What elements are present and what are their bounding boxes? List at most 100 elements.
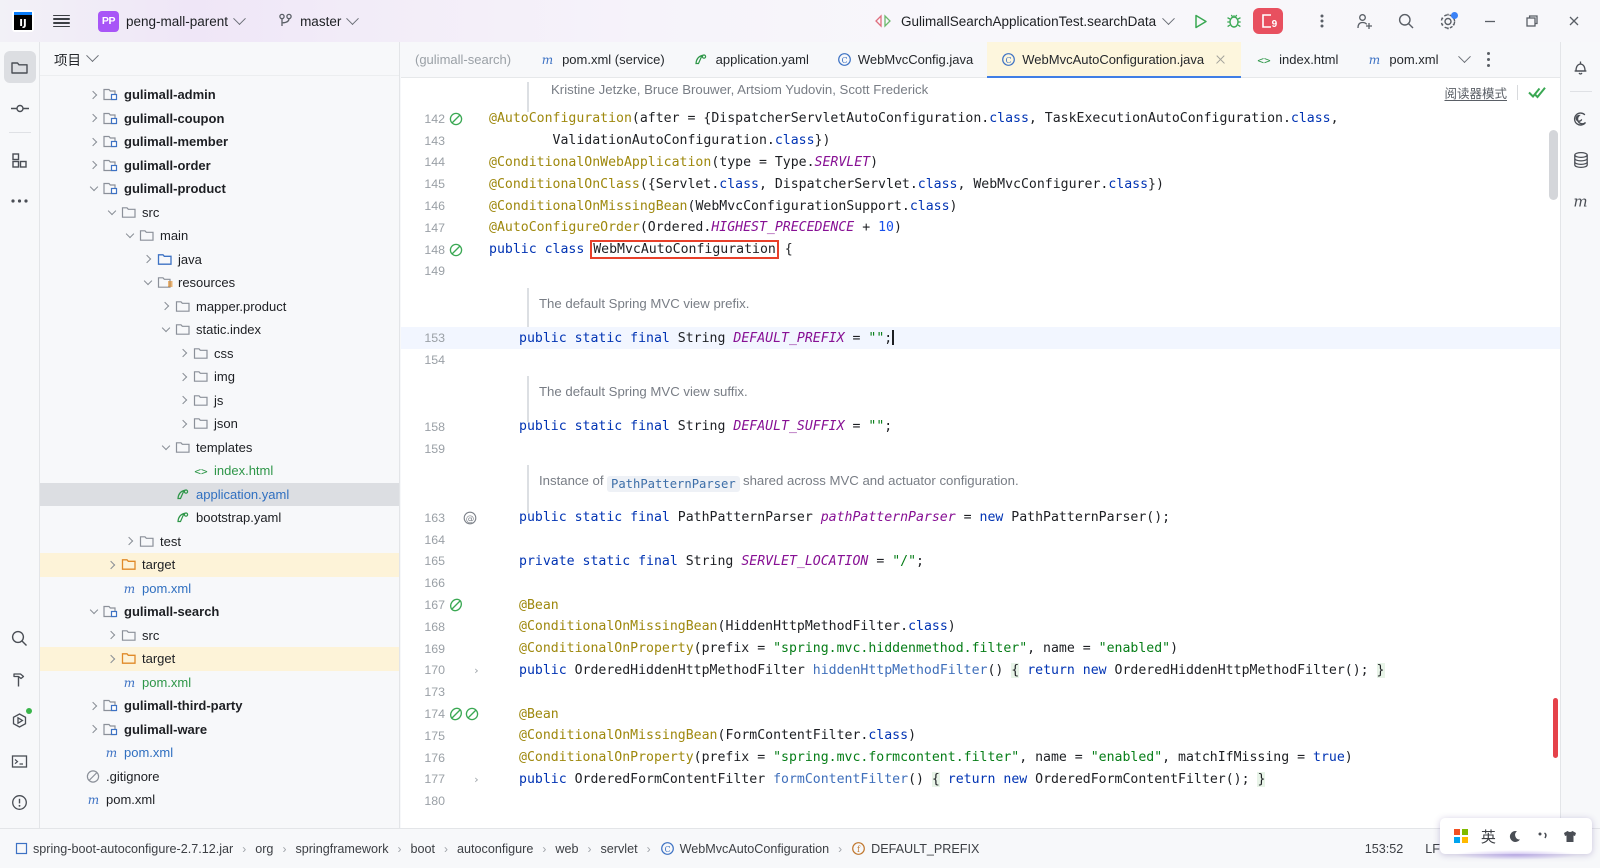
search-everywhere-button[interactable] (1386, 4, 1426, 38)
code-line-164[interactable]: 164 (401, 529, 1560, 551)
fold-expand-icon[interactable]: › (473, 773, 480, 786)
stop-process-button[interactable]: 9 (1253, 8, 1284, 34)
editor-error-stripe[interactable] (1553, 698, 1558, 758)
chevron-right-icon[interactable] (104, 651, 120, 667)
code-line-166[interactable]: 166 (401, 572, 1560, 594)
breadcrumb-item[interactable]: C WebMvcAutoConfiguration (657, 839, 833, 858)
chevron-right-icon[interactable] (86, 87, 102, 103)
tree-node-pom-xml[interactable]: m pom.xml (40, 577, 399, 601)
caret-position[interactable]: 153:52 (1365, 842, 1404, 856)
chevron-right-icon[interactable] (176, 392, 192, 408)
tree-node-gulimall-member[interactable]: gulimall-member (40, 130, 399, 154)
input-mode-english[interactable]: 英 (1481, 826, 1496, 847)
breadcrumb-item[interactable]: org (252, 840, 276, 858)
skin-icon[interactable] (1562, 829, 1578, 844)
chevron-right-icon[interactable] (104, 627, 120, 643)
chevron-down-icon[interactable] (158, 439, 174, 455)
sidebar-item-database[interactable] (1565, 144, 1597, 176)
breadcrumb-item[interactable]: spring-boot-autoconfigure-2.7.12.jar (12, 840, 236, 858)
main-menu-button[interactable] (44, 4, 78, 38)
code-line-174[interactable]: 174 @Bean (401, 703, 1560, 725)
chevron-right-icon[interactable] (176, 416, 192, 432)
code-line-153[interactable]: 153 public static final String DEFAULT_P… (401, 327, 1560, 349)
sidebar-item-run[interactable] (4, 704, 36, 736)
bean-gutter-icon[interactable] (449, 598, 483, 612)
tree-node-src[interactable]: src (40, 624, 399, 648)
breadcrumb-item[interactable]: autoconfigure (454, 840, 536, 858)
editor-scrollbar[interactable] (1549, 130, 1558, 200)
code-line-149[interactable]: 149 (401, 261, 1560, 283)
code-line-167[interactable]: 167 @Bean (401, 594, 1560, 616)
code-line-165[interactable]: 165 private static final String SERVLET_… (401, 551, 1560, 573)
code-line-142[interactable]: 142 @AutoConfiguration(after = {Dispatch… (401, 108, 1560, 130)
sidebar-item-more[interactable] (4, 185, 36, 217)
bean-gutter-icon[interactable] (449, 243, 483, 257)
editor-tab-strip[interactable]: (gulimall-search) m pom.xml (service) appli… (401, 42, 1560, 78)
sidebar-item-structure[interactable] (4, 144, 36, 176)
tab-options-button[interactable] (1477, 42, 1500, 77)
code-line-148[interactable]: 148 public class WebMvcAutoConfiguration… (401, 239, 1560, 261)
editor-tab-index-html[interactable]: <> index.html (1241, 42, 1352, 77)
project-selector[interactable]: PP peng-mall-parent (94, 8, 251, 35)
breadcrumb[interactable]: spring-boot-autoconfigure-2.7.12.jar › org… (0, 839, 982, 858)
punctuation-icon[interactable] (1536, 829, 1549, 844)
code-line-169[interactable]: 169 @ConditionalOnProperty(prefix = "spr… (401, 638, 1560, 660)
chevron-right-icon[interactable] (140, 251, 156, 267)
code-line-158[interactable]: 158 public static final String DEFAULT_S… (401, 416, 1560, 438)
breadcrumb-item[interactable]: servlet (597, 840, 640, 858)
chevron-right-icon[interactable] (122, 533, 138, 549)
tree-node-templates[interactable]: templates (40, 436, 399, 460)
tree-node-pom-xml[interactable]: m pom.xml (40, 671, 399, 695)
sidebar-item-terminal[interactable] (4, 745, 36, 777)
sidebar-item-commit[interactable] (4, 92, 36, 124)
sidebar-item-find[interactable] (4, 622, 36, 654)
code-line-143[interactable]: 143 ValidationAutoConfiguration.class}) (401, 130, 1560, 152)
tree-node-gulimall-coupon[interactable]: gulimall-coupon (40, 107, 399, 131)
close-tab-icon[interactable] (1214, 53, 1227, 66)
project-tree[interactable]: gulimall-admin gulimall-coupon gulimall-me… (40, 77, 399, 828)
code-line-163[interactable]: 163 @ public static final PathPatternPar… (401, 507, 1560, 529)
sidebar-item-spring[interactable] (1565, 103, 1597, 135)
add-collaborator-button[interactable] (1344, 4, 1384, 38)
fold-expand-icon[interactable]: › (473, 664, 480, 677)
breadcrumb-item[interactable]: springframework (292, 840, 391, 858)
tree-node-json[interactable]: json (40, 412, 399, 436)
tree-node-resources[interactable]: resources (40, 271, 399, 295)
sidebar-item-project[interactable] (3, 51, 36, 83)
settings-button[interactable] (1428, 4, 1468, 38)
code-line-146[interactable]: 146 @ConditionalOnMissingBean(WebMvcConf… (401, 195, 1560, 217)
code-line-173[interactable]: 173 (401, 681, 1560, 703)
editor-tab-webmvcautoconfiguration-java[interactable]: C WebMvcAutoConfiguration.java (987, 42, 1242, 78)
tree-node-mapper-product[interactable]: mapper.product (40, 295, 399, 319)
code-editor[interactable]: Kristine Jetzke, Bruce Brouwer, Artsiom … (401, 78, 1560, 828)
chevron-right-icon[interactable] (86, 157, 102, 173)
chevron-down-icon[interactable] (158, 322, 174, 338)
code-line-147[interactable]: 147 @AutoConfigureOrder(Ordered.HIGHEST_… (401, 217, 1560, 239)
tree-node--gitignore[interactable]: .gitignore (40, 765, 399, 789)
tree-node-main[interactable]: main (40, 224, 399, 248)
breadcrumb-item[interactable]: boot (408, 840, 439, 858)
chevron-right-icon[interactable] (104, 557, 120, 573)
run-button[interactable] (1185, 6, 1215, 36)
editor-tab-pom-xml[interactable]: m pom.xml (1352, 42, 1452, 77)
chevron-right-icon[interactable] (86, 110, 102, 126)
tree-node-css[interactable]: css (40, 342, 399, 366)
tree-node-gulimall-third-party[interactable]: gulimall-third-party (40, 694, 399, 718)
maximize-button[interactable] (1512, 4, 1552, 38)
tree-node-test[interactable]: test (40, 530, 399, 554)
editor-tab--gulimall-search-[interactable]: (gulimall-search) (401, 42, 525, 77)
code-line-154[interactable]: 154 (401, 349, 1560, 371)
chevron-right-icon[interactable] (86, 134, 102, 150)
tab-list-dropdown[interactable] (1452, 42, 1477, 77)
vcs-branch-selector[interactable]: master (271, 10, 364, 32)
code-line-159[interactable]: 159 (401, 438, 1560, 460)
code-line-168[interactable]: 168 @ConditionalOnMissingBean(HiddenHttp… (401, 616, 1560, 638)
breadcrumb-item[interactable]: f DEFAULT_PREFIX (848, 839, 982, 858)
tree-node-target[interactable]: target (40, 553, 399, 577)
tree-node-gulimall-order[interactable]: gulimall-order (40, 154, 399, 178)
inspections-ok-icon[interactable] (1528, 85, 1546, 99)
breadcrumb-item[interactable]: web (552, 840, 581, 858)
chevron-right-icon[interactable] (158, 298, 174, 314)
code-line-175[interactable]: 175 @ConditionalOnMissingBean(FormConten… (401, 725, 1560, 747)
tree-node-pom-xml[interactable]: m pom.xml (40, 741, 399, 765)
